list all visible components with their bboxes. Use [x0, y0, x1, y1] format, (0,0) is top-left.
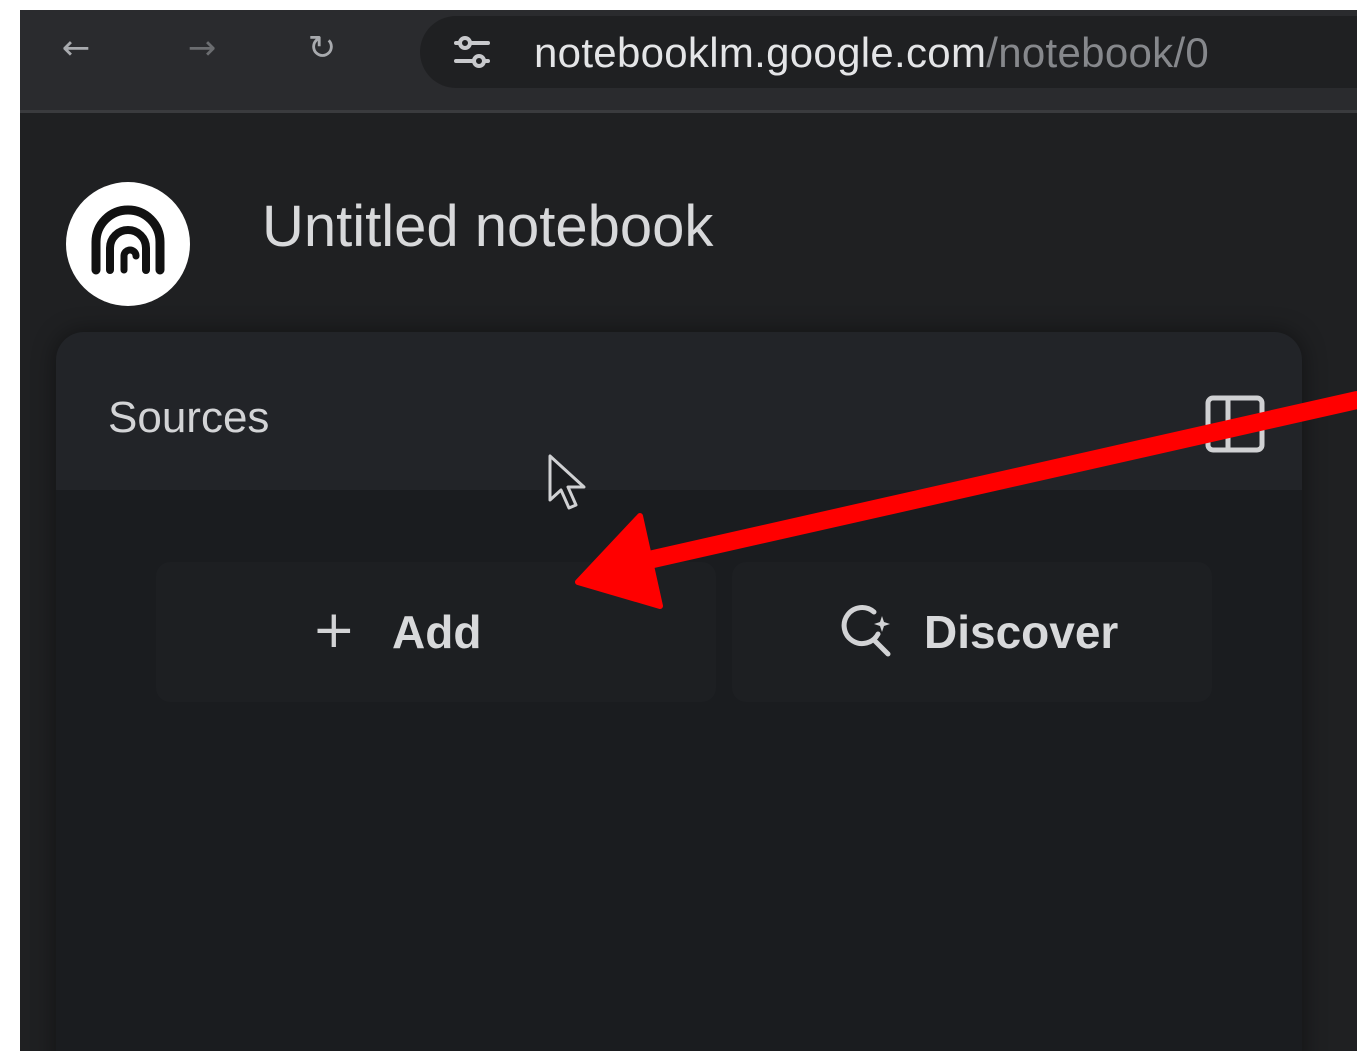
search-sparkle-icon — [841, 605, 891, 657]
mouse-cursor-icon — [548, 454, 586, 510]
url-text[interactable]: notebooklm.google.com/notebook/0 — [534, 26, 1209, 80]
sources-panel: Sources + Add Discover — [56, 332, 1302, 1051]
url-path: /notebook/0 — [986, 29, 1210, 76]
notebooklm-logo-icon[interactable] — [66, 182, 190, 306]
address-bar[interactable]: notebooklm.google.com/notebook/0 — [420, 16, 1357, 88]
browser-toolbar: ← → ↻ notebooklm.google.com/notebook/0 — [20, 10, 1357, 113]
notebook-title[interactable]: Untitled notebook — [262, 192, 713, 262]
forward-arrow-icon[interactable]: → — [182, 28, 222, 68]
screenshot-frame: ← → ↻ notebooklm.google.com/notebook/0 U… — [20, 10, 1357, 1051]
add-button-label: Add — [392, 606, 482, 658]
url-host: notebooklm.google.com — [534, 29, 987, 76]
reload-icon[interactable]: ↻ — [302, 28, 342, 68]
back-arrow-icon[interactable]: ← — [56, 28, 96, 68]
add-source-button[interactable]: + Add — [156, 562, 716, 702]
panel-collapse-icon[interactable] — [1204, 394, 1266, 454]
sources-title: Sources — [108, 393, 270, 442]
discover-button-label: Discover — [924, 606, 1119, 658]
tune-icon[interactable] — [450, 30, 494, 74]
sources-panel-header: Sources — [56, 332, 1302, 490]
logo-glyph — [91, 205, 165, 275]
plus-icon: + — [312, 600, 356, 660]
discover-sources-button[interactable]: Discover — [732, 562, 1212, 702]
